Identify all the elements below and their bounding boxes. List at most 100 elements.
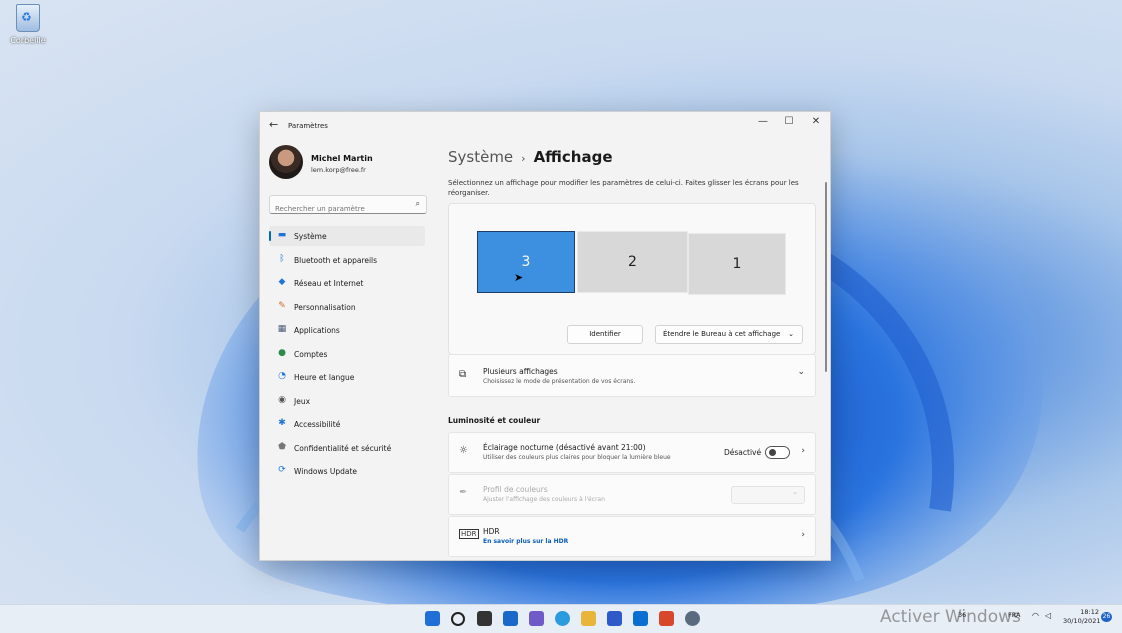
card-title: HDR	[483, 527, 500, 536]
recycle-bin-label: Corbeille	[10, 36, 46, 45]
monitor-2[interactable]: 2	[577, 231, 688, 293]
minimize-button[interactable]: —	[755, 116, 771, 127]
notification-badge[interactable]: 26	[1101, 612, 1112, 622]
apps-icon: ▦	[277, 324, 287, 334]
store-icon[interactable]	[607, 611, 622, 626]
monitor-icon: ▬	[277, 230, 287, 240]
recycle-bin-desktop-icon[interactable]: Corbeille	[10, 4, 46, 45]
edge-icon[interactable]	[555, 611, 570, 626]
sidebar-item-time-language[interactable]: ◔ Heure et langue	[269, 367, 425, 387]
sidebar-item-accounts[interactable]: ● Comptes	[269, 344, 425, 364]
search-icon[interactable]: ⌕	[416, 199, 420, 209]
identify-button[interactable]: Identifier	[567, 325, 643, 344]
display-mode-select[interactable]: Étendre le Bureau à cet affichage ⌄	[655, 325, 803, 344]
clock-date: 30/10/2021	[1063, 617, 1101, 625]
monitor-1[interactable]: 1	[688, 233, 786, 295]
wifi-icon: ◆	[278, 277, 286, 287]
breadcrumb: Système › Affichage	[448, 148, 613, 166]
clock[interactable]: 18:12 30/10/2021	[1063, 608, 1101, 626]
avatar	[269, 145, 303, 179]
chevron-right-icon: ›	[521, 152, 526, 165]
card-title: Plusieurs affichages	[483, 367, 558, 376]
volume-icon[interactable]: ◁	[1045, 611, 1051, 620]
page-title: Affichage	[533, 148, 613, 166]
person-icon: ●	[278, 347, 286, 358]
settings-icon[interactable]	[685, 611, 700, 626]
chat-icon[interactable]	[529, 611, 544, 626]
sidebar-item-accessibility[interactable]: ✱ Accessibilité	[269, 414, 425, 434]
chevron-down-icon: ⌄	[792, 488, 798, 496]
brush-icon: ✎	[278, 300, 286, 311]
chevron-right-icon[interactable]: ›	[801, 446, 805, 456]
multiple-displays-card[interactable]: ⧉ Plusieurs affichages Choisissez le mod…	[448, 354, 816, 397]
card-subtitle: Choisissez le mode de présentation de vo…	[483, 378, 636, 385]
night-light-card[interactable]: ☼ Éclairage nocturne (désactivé avant 21…	[448, 432, 816, 473]
breadcrumb-parent[interactable]: Système	[448, 148, 513, 166]
sidebar-item-label: Comptes	[294, 349, 328, 359]
taskbar: Activer Windows 36 FRA ◠ ◁	[0, 604, 1122, 633]
bluetooth-icon: ᛒ	[279, 253, 285, 264]
app-title: Paramètres	[288, 122, 328, 130]
card-title: Profil de couleurs	[483, 485, 548, 494]
sidebar-nav: ▬ Système ᛒ Bluetooth et appareils ◆ Rés…	[269, 226, 425, 485]
display-arrangement-panel: 3 2 1 Identifier Étendre le Bureau à cet…	[448, 203, 816, 355]
color-profile-card: ✒ Profil de couleurs Ajuster l'affichage…	[448, 474, 816, 515]
update-icon: ⟳	[278, 465, 286, 475]
sidebar-item-label: Système	[294, 232, 327, 241]
folder-icon[interactable]	[581, 611, 596, 626]
sun-icon: ☼	[459, 445, 468, 456]
arrow-left-icon[interactable]: ←	[269, 118, 278, 131]
card-subtitle: Utiliser des couleurs plus claires pour …	[483, 454, 671, 461]
sidebar-item-network[interactable]: ◆ Réseau et Internet	[269, 273, 425, 293]
sidebar-item-gaming[interactable]: ◉ Jeux	[269, 391, 425, 411]
file-explorer-icon[interactable]	[477, 611, 492, 626]
sidebar-item-windows-update[interactable]: ⟳ Windows Update	[269, 461, 425, 481]
main-content: Système › Affichage Sélectionnez un affich…	[448, 140, 818, 560]
user-profile[interactable]: Michel Martin lem.korp@free.fr	[269, 145, 373, 179]
card-subtitle: Ajuster l'affichage des couleurs à l'écr…	[483, 496, 605, 503]
chevron-right-icon[interactable]: ›	[801, 530, 805, 540]
recycle-bin-icon	[16, 4, 40, 32]
tray-language[interactable]: FRA	[1008, 611, 1020, 619]
sidebar-item-label: Applications	[294, 326, 340, 335]
windows-start-icon[interactable]	[425, 611, 440, 626]
display-mode-value: Étendre le Bureau à cet affichage	[663, 330, 781, 338]
maximize-button[interactable]: ☐	[781, 116, 797, 127]
chevron-down-icon: ⌄	[788, 330, 794, 338]
monitor-3[interactable]: 3	[477, 231, 575, 293]
activation-watermark: Activer Windows	[880, 607, 1021, 627]
chevron-down-icon[interactable]: ⌄	[797, 367, 805, 377]
hdr-learn-more-link[interactable]: En savoir plus sur la HDR	[483, 538, 568, 545]
sidebar-item-label: Personnalisation	[294, 302, 356, 312]
sidebar-item-label: Heure et langue	[294, 373, 355, 382]
shield-icon: ⬟	[278, 441, 286, 452]
sidebar-item-personalization[interactable]: ✎ Personnalisation	[269, 297, 425, 317]
sidebar-item-label: Accessibilité	[294, 420, 341, 429]
sidebar-item-bluetooth[interactable]: ᛒ Bluetooth et appareils	[269, 250, 425, 270]
clock-time: 18:12	[1080, 608, 1099, 616]
night-light-toggle[interactable]	[765, 446, 790, 459]
close-button[interactable]: ✕	[808, 116, 824, 127]
globe-clock-icon: ◔	[278, 371, 286, 381]
intro-text: Sélectionnez un affichage pour modifier …	[448, 179, 799, 197]
office-icon[interactable]	[659, 611, 674, 626]
wifi-icon[interactable]: ◠	[1032, 611, 1039, 620]
mouse-cursor-icon: ➤	[514, 271, 524, 284]
multiple-displays-icon: ⧉	[459, 369, 467, 380]
scrollbar[interactable]	[825, 182, 827, 372]
widgets-icon[interactable]	[503, 611, 518, 626]
sidebar-item-privacy[interactable]: ⬟ Confidentialité et sécurité	[269, 438, 425, 458]
color-profile-dropdown: ⌄	[731, 486, 805, 504]
sidebar-item-label: Windows Update	[294, 467, 358, 476]
user-email: lem.korp@free.fr	[311, 166, 366, 174]
sidebar-item-systeme[interactable]: ▬ Système	[269, 226, 425, 246]
search-input[interactable]	[275, 205, 405, 213]
search-box[interactable]: ⌕	[269, 195, 427, 214]
sidebar-item-apps[interactable]: ▦ Applications	[269, 320, 425, 340]
hdr-card[interactable]: HDR HDR En savoir plus sur la HDR ›	[448, 516, 816, 557]
search-icon[interactable]	[451, 612, 465, 626]
mail-icon[interactable]	[633, 611, 648, 626]
sidebar-item-label: Réseau et Internet	[294, 279, 364, 288]
night-light-state: Désactivé	[724, 448, 762, 457]
tray-temp[interactable]: 36	[958, 611, 966, 619]
